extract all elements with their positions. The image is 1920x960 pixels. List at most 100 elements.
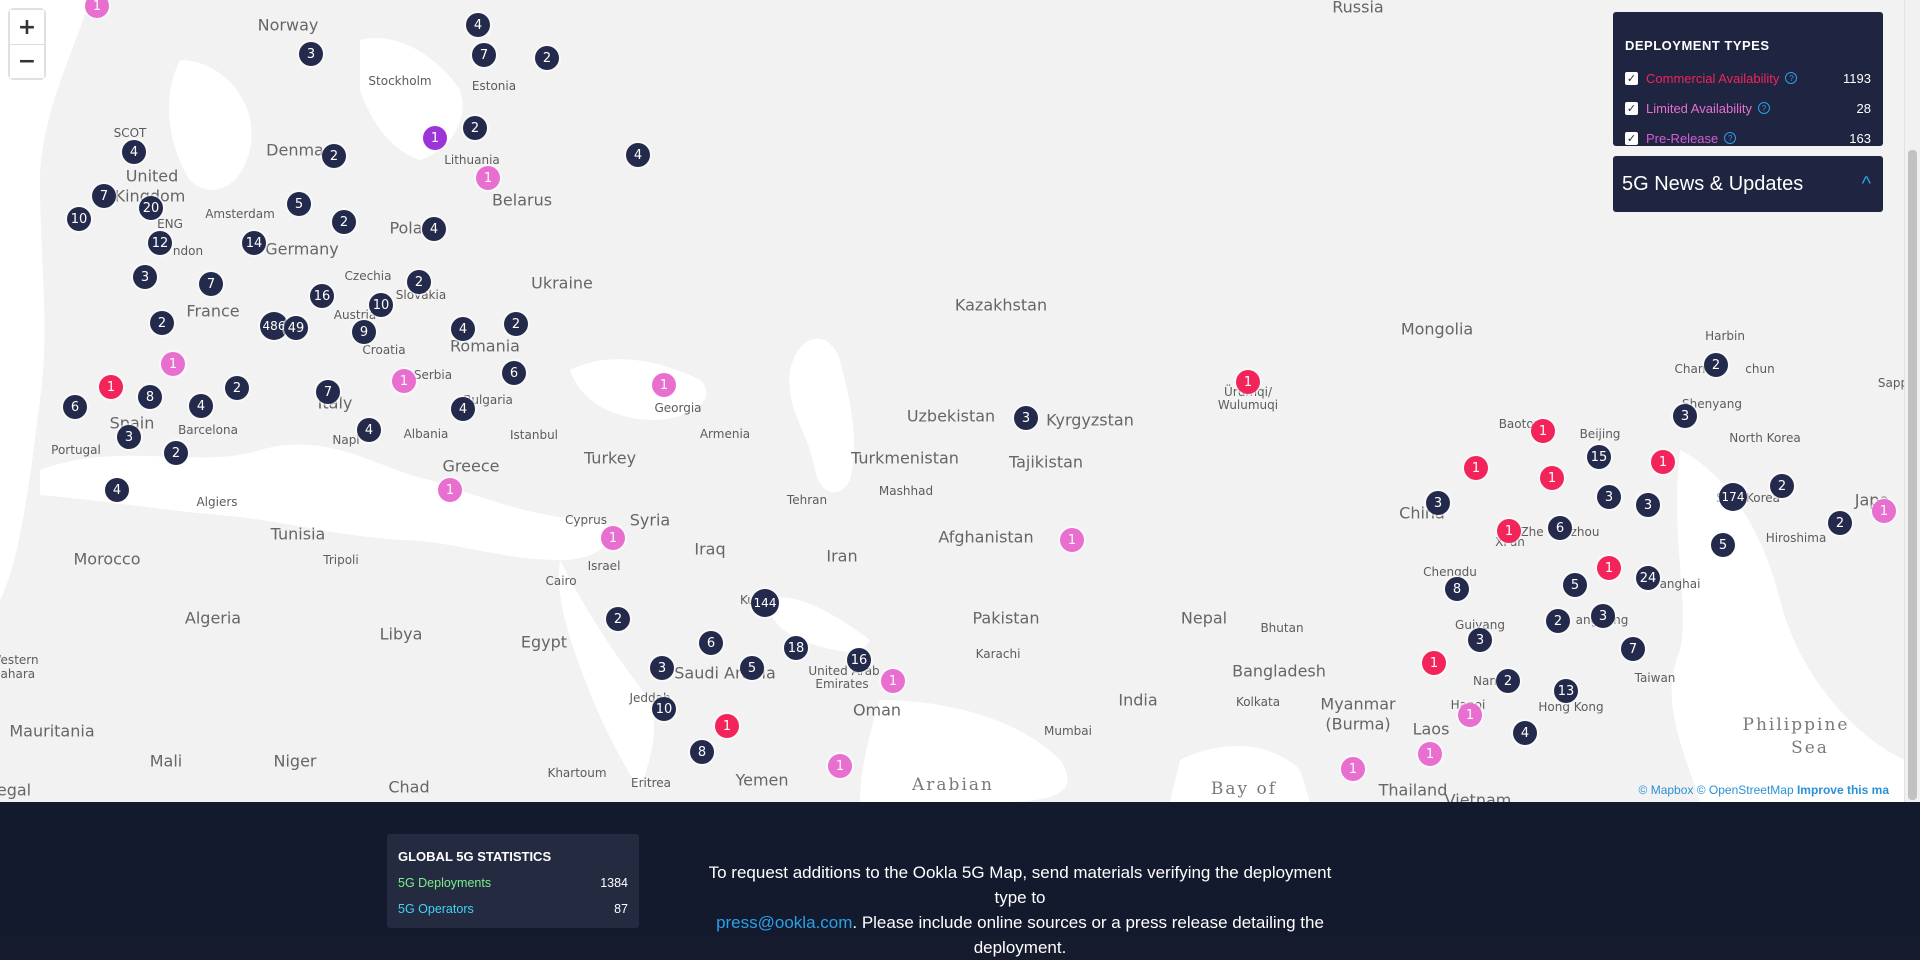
deployment-cluster-commercial[interactable]: 2 [535,46,559,70]
deployment-cluster-commercial[interactable]: 4 [451,317,475,341]
checkbox-prerelease[interactable]: ✓ [1625,131,1638,145]
deployment-cluster-commercial-single[interactable]: 1 [99,375,123,399]
help-icon[interactable]: ? [1785,72,1798,84]
deployment-cluster-commercial[interactable]: 16 [847,648,871,672]
deployment-cluster-commercial[interactable]: 4 [122,140,146,164]
deployment-cluster-commercial[interactable]: 2 [1828,511,1852,535]
deployment-cluster-commercial-single[interactable]: 1 [1236,370,1260,394]
deployment-cluster-commercial[interactable]: 3 [650,656,674,680]
deployment-cluster-commercial[interactable]: 7 [1621,637,1645,661]
deployment-cluster-commercial-single[interactable]: 1 [1464,456,1488,480]
deployment-cluster-commercial-single[interactable]: 1 [1531,419,1555,443]
zoom-in-button[interactable]: + [10,10,44,44]
deployment-cluster-commercial[interactable]: 3 [1636,493,1660,517]
chevron-up-icon[interactable]: ^ [1862,173,1871,196]
deployment-cluster-commercial[interactable]: 2 [407,270,431,294]
deployment-cluster-limited[interactable]: 1 [476,166,500,190]
deployment-cluster-commercial[interactable]: 3 [1426,491,1450,515]
checkbox-limited[interactable]: ✓ [1625,101,1638,115]
deployment-cluster-commercial[interactable]: 5 [287,192,311,216]
page-scrollbar[interactable] [1904,0,1920,802]
deployment-cluster-commercial[interactable]: 3 [1591,604,1615,628]
deployment-cluster-limited[interactable]: 1 [881,669,905,693]
deployment-cluster-limited[interactable]: 1 [1872,499,1896,523]
deployment-cluster-commercial[interactable]: 2 [463,116,487,140]
deployment-cluster-commercial[interactable]: 174 [1719,483,1747,511]
deployment-cluster-commercial-single[interactable]: 1 [1597,556,1621,580]
deployment-cluster-commercial[interactable]: 2 [1770,474,1794,498]
deployment-cluster-commercial[interactable]: 15 [1587,445,1611,469]
deployment-cluster-commercial[interactable]: 4 [451,397,475,421]
deployment-cluster-commercial[interactable]: 8 [138,385,162,409]
deployment-cluster-commercial[interactable]: 2 [1496,669,1520,693]
deployment-cluster-commercial[interactable]: 6 [1548,516,1572,540]
deployment-cluster-commercial[interactable]: 16 [310,284,334,308]
deployment-cluster-commercial[interactable]: 4 [189,394,213,418]
deployment-cluster-commercial[interactable]: 49 [284,316,308,340]
deployment-cluster-commercial[interactable]: 3 [117,425,141,449]
deployment-cluster-prerelease[interactable]: 1 [423,126,447,150]
deployment-cluster-commercial[interactable]: 4 [466,13,490,37]
deployment-cluster-commercial[interactable]: 2 [332,210,356,234]
news-updates-panel[interactable]: 5G News & Updates ^ [1613,156,1883,212]
deployment-cluster-limited[interactable]: 1 [601,526,625,550]
deployment-cluster-commercial[interactable]: 10 [67,207,91,231]
deployment-cluster-commercial[interactable]: 5 [740,656,764,680]
deployment-cluster-commercial[interactable]: 2 [504,312,528,336]
deployment-cluster-limited[interactable]: 1 [161,352,185,376]
help-icon[interactable]: ? [1757,102,1770,114]
deployment-cluster-commercial-single[interactable]: 1 [1422,651,1446,675]
deployment-cluster-commercial[interactable]: 4 [357,418,381,442]
deployment-cluster-commercial[interactable]: 2 [1546,609,1570,633]
press-email-link[interactable]: press@ookla.com [716,913,852,932]
deployment-cluster-limited[interactable]: 1 [1060,528,1084,552]
deployment-cluster-commercial[interactable]: 3 [1468,628,1492,652]
deployment-cluster-commercial[interactable]: 5 [1711,533,1735,557]
deployment-cluster-commercial[interactable]: 3 [1673,404,1697,428]
deployment-cluster-limited[interactable]: 1 [1418,742,1442,766]
deployment-cluster-commercial-single[interactable]: 1 [715,714,739,738]
deployment-cluster-commercial[interactable]: 144 [751,589,779,617]
checkbox-commercial[interactable]: ✓ [1625,71,1638,85]
deployment-cluster-commercial[interactable]: 3 [299,42,323,66]
deployment-cluster-commercial[interactable]: 2 [164,441,188,465]
deployment-cluster-commercial[interactable]: 7 [472,43,496,67]
deployment-cluster-commercial-single[interactable]: 1 [1651,450,1675,474]
help-icon[interactable]: ? [1724,132,1737,144]
deployment-cluster-commercial-single[interactable]: 1 [1497,519,1521,543]
deployment-cluster-limited[interactable]: 1 [438,478,462,502]
deployment-cluster-limited[interactable]: 1 [392,369,416,393]
deployment-cluster-commercial[interactable]: 4 [1513,721,1537,745]
deployment-cluster-commercial[interactable]: 10 [652,697,676,721]
deployment-cluster-limited[interactable]: 1 [1458,703,1482,727]
deployment-cluster-commercial[interactable]: 3 [133,265,157,289]
deployment-cluster-commercial[interactable]: 7 [92,184,116,208]
zoom-out-button[interactable]: − [10,44,44,78]
deployment-cluster-commercial[interactable]: 2 [150,311,174,335]
deployment-cluster-commercial[interactable]: 4 [422,217,446,241]
deployment-cluster-commercial[interactable]: 8 [690,740,714,764]
deployment-cluster-commercial[interactable]: 8 [1445,577,1469,601]
legend-row-prerelease[interactable]: ✓ Pre-Release ? 163 [1625,129,1871,147]
legend-row-limited[interactable]: ✓ Limited Availability ? 28 [1625,99,1871,117]
deployment-cluster-commercial[interactable]: 2 [322,144,346,168]
deployment-cluster-commercial[interactable]: 6 [63,395,87,419]
deployment-cluster-limited[interactable]: 1 [828,754,852,778]
deployment-cluster-commercial[interactable]: 12 [148,231,172,255]
deployment-cluster-commercial[interactable]: 3 [1597,485,1621,509]
deployment-cluster-commercial[interactable]: 18 [784,636,808,660]
improve-map-link[interactable]: Improve this ma [1797,783,1889,797]
mapbox-link[interactable]: © Mapbox [1639,783,1694,797]
scrollbar-thumb[interactable] [1908,150,1917,800]
deployment-cluster-commercial[interactable]: 7 [199,272,223,296]
deployment-cluster-commercial[interactable]: 4 [105,478,129,502]
deployment-cluster-limited[interactable]: 1 [652,373,676,397]
deployment-cluster-commercial[interactable]: 10 [369,293,393,317]
deployment-cluster-commercial[interactable]: 20 [139,196,163,220]
deployment-cluster-commercial[interactable]: 4 [626,143,650,167]
deployment-cluster-commercial[interactable]: 2 [606,607,630,631]
deployment-cluster-commercial[interactable]: 6 [502,361,526,385]
deployment-cluster-commercial[interactable]: 13 [1554,679,1578,703]
deployment-cluster-commercial[interactable]: 6 [699,631,723,655]
deployment-cluster-commercial[interactable]: 5 [1563,573,1587,597]
